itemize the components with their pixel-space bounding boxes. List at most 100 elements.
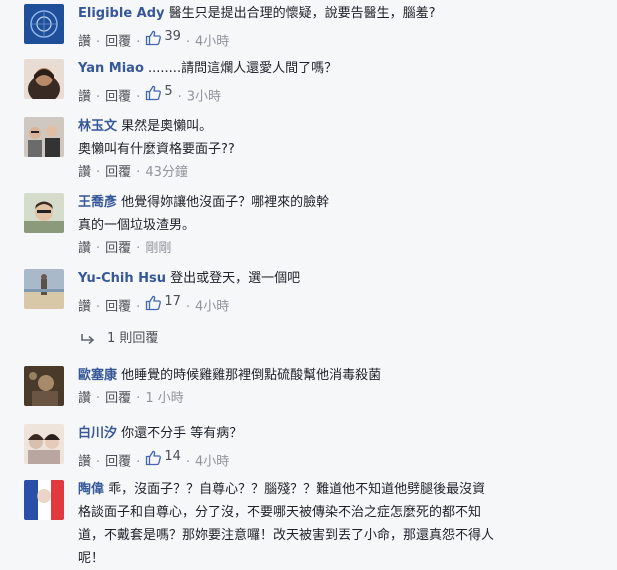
comment-text: 道，不戴套是嗎？那妳要注意囉！改天被害到丟了小命，那還真怨不得人 — [78, 528, 495, 543]
commenter-avatar[interactable] — [24, 366, 64, 406]
comment-text: 呢！ — [78, 551, 105, 566]
reply-link[interactable]: 回覆 — [105, 165, 131, 180]
comment-text-line: 歐塞康 他睡覺的時候雞雞那裡倒點硫酸幫他消毒殺菌 — [78, 364, 607, 387]
comment-body: Yu-Chih Hsu 登出或登天，選一個吧讚 · 回覆 · 17 · 4小時 — [78, 267, 607, 318]
like-link[interactable]: 讚 — [78, 35, 91, 50]
comment-text: 真的一個垃圾渣男。 — [78, 218, 196, 233]
like-count[interactable]: 39 — [145, 27, 181, 47]
comment-body: 歐塞康 他睡覺的時候雞雞那裡倒點硫酸幫他消毒殺菌讚 · 回覆 · 1 小時 — [78, 364, 607, 409]
comment-text: 乖，沒面子？？自尊心？？腦殘？？難道他不知道他劈腿後最沒資 — [108, 482, 486, 497]
comment-actions: 讚 · 回覆 · 剛剛 — [78, 239, 607, 259]
comment-text: 你還不分手 等有病？ — [121, 426, 243, 441]
commenter-avatar[interactable] — [24, 424, 64, 464]
comment-text: 果然是奧懶叫。 — [121, 119, 213, 134]
comment-actions: 讚 · 回覆 · 17 · 4小時 — [78, 292, 607, 318]
comment-actions: 讚 · 回覆 · 5 · 3小時 — [78, 82, 607, 108]
like-count[interactable]: 14 — [145, 447, 181, 467]
reply-arrow-icon — [81, 334, 95, 345]
separator-dot: · — [96, 391, 101, 406]
comment-body: 白川汐 你還不分手 等有病？ 讚 · 回覆 · 14 · 4小時 — [78, 422, 607, 473]
separator-dot: · — [96, 454, 101, 470]
commenter-avatar[interactable] — [24, 480, 64, 520]
thumbs-up-icon — [146, 30, 162, 45]
comment-body: 林玉文 果然是奧懶叫。 奧懶叫有什麼資格要面子?? 讚 · 回覆 · 43分鐘 — [78, 115, 607, 183]
commenter-avatar[interactable] — [24, 117, 64, 157]
comment-text: ........請問這爛人還愛人間了嗎？ — [148, 61, 338, 76]
like-link[interactable]: 讚 — [78, 300, 91, 315]
like-link[interactable]: 讚 — [78, 455, 91, 470]
like-link[interactable]: 讚 — [78, 165, 91, 180]
commenter-avatar[interactable] — [24, 193, 64, 233]
comment-timestamp[interactable]: 1 小時 — [145, 391, 183, 406]
comment-timestamp[interactable]: 剛剛 — [145, 241, 171, 256]
separator-dot: · — [136, 391, 141, 406]
commenter-name[interactable]: Yu-Chih Hsu — [78, 271, 166, 286]
comment-text: 登出或登天，選一個吧 — [170, 271, 301, 286]
reply-link[interactable]: 回覆 — [105, 391, 131, 406]
comment-body: Eligible Ady 醫生只是提出合理的懷疑，說要告醫生，腦羞? 讚 · 回覆 · … — [78, 2, 607, 53]
commenter-avatar[interactable] — [24, 59, 64, 99]
comment-actions: 讚 · 回覆 · 1 小時 — [78, 389, 607, 409]
commenter-name[interactable]: 白川汐 — [78, 426, 117, 441]
commenter-name[interactable]: 林玉文 — [78, 119, 117, 134]
comment-text-line: 白川汐 你還不分手 等有病？ — [78, 422, 607, 445]
separator-dot: · — [136, 454, 141, 470]
comment-text: 奧懶叫有什麼資格要面子?? — [78, 142, 235, 157]
like-link[interactable]: 讚 — [78, 90, 91, 105]
separator-dot: · — [136, 89, 141, 105]
comment-text-line: Yan Miao ........請問這爛人還愛人間了嗎？ — [78, 57, 607, 80]
commenter-name[interactable]: 王喬彥 — [78, 195, 117, 210]
comment-text-line: 呢！ — [78, 547, 607, 570]
commenter-name[interactable]: Eligible Ady — [78, 6, 165, 21]
commenter-name[interactable]: 陶偉 — [78, 482, 104, 497]
separator-dot: · — [96, 34, 101, 50]
reply-link[interactable]: 回覆 — [105, 35, 131, 50]
commenter-name[interactable]: Yan Miao — [78, 61, 144, 76]
comment-body: 王喬彥 他覺得妳讓他沒面子？哪裡來的臉幹 真的一個垃圾渣男。讚 · 回覆 · 剛剛 — [78, 191, 607, 259]
comment-text: 醫生只是提出合理的懷疑，說要告醫生，腦羞? — [168, 6, 436, 21]
reply-link[interactable]: 回覆 — [105, 241, 131, 256]
separator-dot: · — [96, 241, 101, 256]
separator-dot: · — [96, 89, 101, 105]
comment-text-line: 陶偉 乖，沒面子？？自尊心？？腦殘？？難道他不知道他劈腿後最沒資 — [78, 478, 607, 501]
comment-text-line: 道，不戴套是嗎？那妳要注意囉！改天被害到丟了小命，那還真怨不得人 — [78, 524, 607, 547]
comment-timestamp[interactable]: 3小時 — [187, 90, 221, 105]
reply-link[interactable]: 回覆 — [105, 90, 131, 105]
thumbs-up-icon — [146, 450, 162, 465]
commenter-avatar[interactable] — [24, 269, 64, 309]
separator-dot: · — [185, 299, 190, 315]
separator-dot: · — [96, 165, 101, 180]
like-link[interactable]: 讚 — [78, 241, 91, 256]
comment-body: 陶偉 乖，沒面子？？自尊心？？腦殘？？難道他不知道他劈腿後最沒資格談面子和自尊心… — [78, 478, 607, 570]
commenter-avatar[interactable] — [24, 4, 64, 44]
comment-body: Yan Miao ........請問這爛人還愛人間了嗎？ 讚 · 回覆 · 5 · 3小時 — [78, 57, 607, 108]
comment-timestamp[interactable]: 43分鐘 — [145, 165, 188, 180]
reply-link[interactable]: 回覆 — [105, 455, 131, 470]
reply-link[interactable]: 回覆 — [105, 300, 131, 315]
like-count-value: 5 — [164, 84, 173, 99]
view-replies-label: 1 則回覆 — [107, 331, 159, 346]
comment-text-line: Eligible Ady 醫生只是提出合理的懷疑，說要告醫生，腦羞? — [78, 2, 607, 25]
separator-dot: · — [185, 454, 190, 470]
separator-dot: · — [96, 299, 101, 315]
comment-text-line: 王喬彥 他覺得妳讓他沒面子？哪裡來的臉幹 — [78, 191, 607, 214]
like-count[interactable]: 17 — [145, 292, 181, 312]
comment-text: 格談面子和自尊心，分了沒，不要哪天被傳染不治之症怎麼死的都不知 — [78, 505, 482, 520]
comment-actions: 讚 · 回覆 · 39 · 4小時 — [78, 27, 607, 53]
like-count-value: 14 — [164, 449, 181, 464]
like-count-value: 39 — [164, 29, 181, 44]
separator-dot: · — [185, 34, 190, 50]
comment-text-line: 奧懶叫有什麼資格要面子?? — [78, 138, 607, 161]
comment-text: 他覺得妳讓他沒面子？哪裡來的臉幹 — [121, 195, 330, 210]
commenter-name[interactable]: 歐塞康 — [78, 368, 117, 383]
comment-timestamp[interactable]: 4小時 — [195, 35, 229, 50]
thumbs-up-icon — [146, 295, 162, 310]
comment-timestamp[interactable]: 4小時 — [195, 455, 229, 470]
comment-actions: 讚 · 回覆 · 14 · 4小時 — [78, 447, 607, 473]
comment-text-line: 格談面子和自尊心，分了沒，不要哪天被傳染不治之症怎麼死的都不知 — [78, 501, 607, 524]
separator-dot: · — [136, 299, 141, 315]
comment-timestamp[interactable]: 4小時 — [195, 300, 229, 315]
like-link[interactable]: 讚 — [78, 391, 91, 406]
like-count[interactable]: 5 — [145, 82, 173, 102]
view-replies-link[interactable]: 1 則回覆 — [81, 329, 158, 349]
